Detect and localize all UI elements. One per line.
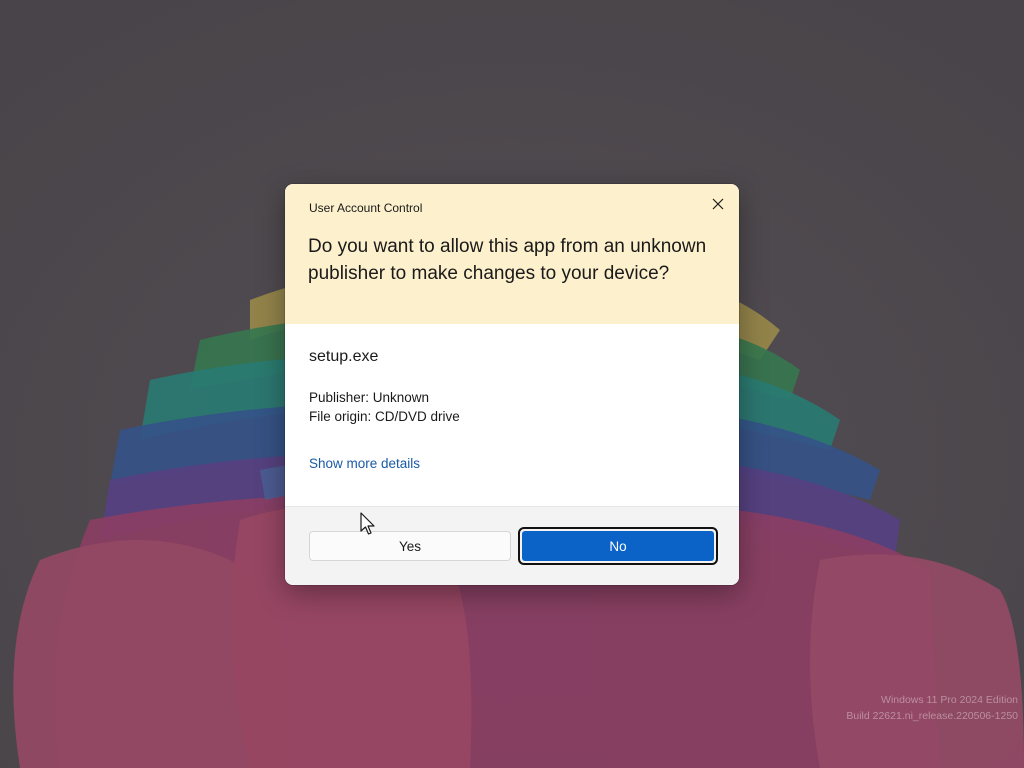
close-button[interactable]	[703, 189, 733, 219]
file-origin-info: File origin: CD/DVD drive	[309, 409, 460, 424]
watermark-edition: Windows 11 Pro 2024 Edition	[881, 694, 1018, 706]
close-icon	[712, 198, 724, 210]
dialog-title: User Account Control	[309, 201, 423, 215]
uac-question: Do you want to allow this app from an un…	[308, 236, 707, 284]
watermark-build: Build 22621.ni_release.220506-1250	[846, 710, 1018, 722]
app-name: setup.exe	[309, 348, 379, 365]
uac-body: setup.exe Publisher: Unknown File origin…	[285, 324, 739, 506]
publisher-info: Publisher: Unknown	[309, 390, 430, 405]
uac-dialog: User Account Control Do you want to allo…	[285, 184, 739, 585]
uac-header: User Account Control Do you want to allo…	[285, 184, 739, 324]
yes-button[interactable]: Yes	[309, 531, 511, 561]
windows-watermark: Windows 11 Pro 2024 Edition Build 22621.…	[846, 692, 1018, 724]
desktop: Windows 11 Pro 2024 Edition Build 22621.…	[0, 0, 1024, 768]
uac-footer: Yes No	[285, 506, 739, 585]
no-button[interactable]: No	[522, 531, 714, 561]
mouse-pointer-icon	[360, 512, 375, 535]
show-more-details-link[interactable]: Show more details	[309, 456, 420, 471]
